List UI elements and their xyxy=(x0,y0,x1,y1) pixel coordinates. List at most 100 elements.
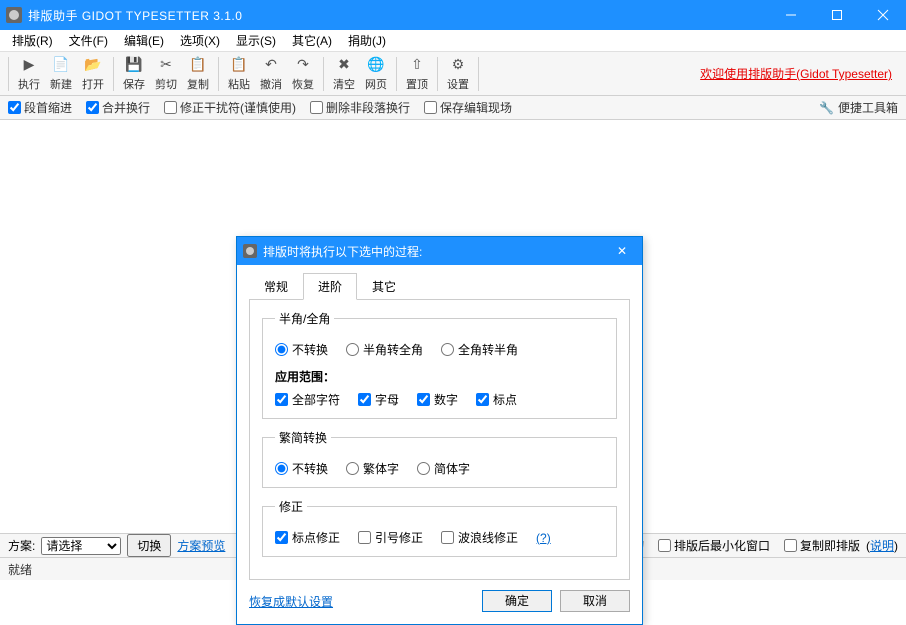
check-标点修正[interactable]: 标点修正 xyxy=(275,529,340,546)
welcome-link[interactable]: 欢迎使用排版助手(Gidot Typesetter) xyxy=(700,65,892,82)
restore-defaults-link[interactable]: 恢复成默认设置 xyxy=(249,593,333,610)
toolbar-执行-button[interactable]: ▶执行 xyxy=(13,54,45,94)
radio-不转换[interactable]: 不转换 xyxy=(275,460,328,477)
option-段首缩进[interactable]: 段首缩进 xyxy=(8,99,72,116)
check-字母[interactable]: 字母 xyxy=(358,391,399,408)
scheme-select[interactable]: 请选择 xyxy=(41,537,121,555)
close-button[interactable] xyxy=(860,0,906,30)
radio-简体字[interactable]: 简体字 xyxy=(417,460,470,477)
tab-进阶[interactable]: 进阶 xyxy=(303,273,357,300)
wrench-icon: 🔧 xyxy=(819,101,834,115)
radio-input[interactable] xyxy=(275,462,288,475)
radio-不转换[interactable]: 不转换 xyxy=(275,341,328,358)
group-legend: 半角/全角 xyxy=(275,310,334,327)
menu-item[interactable]: 排版(R) xyxy=(4,29,61,52)
window-title: 排版助手 GIDOT TYPESETTER 3.1.0 xyxy=(28,7,768,24)
maximize-button[interactable] xyxy=(814,0,860,30)
toolbar-设置-button[interactable]: ⚙设置 xyxy=(442,54,474,94)
bottom-check-复制即排版[interactable]: 复制即排版 xyxy=(784,537,860,554)
toolbar-剪切-button[interactable]: ✂剪切 xyxy=(150,54,182,94)
checkbox-input[interactable] xyxy=(275,393,288,406)
toolbar-保存-button[interactable]: 💾保存 xyxy=(118,54,150,94)
ok-button[interactable]: 确定 xyxy=(482,590,552,612)
explain-link[interactable]: 说明 xyxy=(870,539,894,553)
radio-半角转全角[interactable]: 半角转全角 xyxy=(346,341,423,358)
checkbox[interactable] xyxy=(8,101,21,114)
dialog-body: 常规进阶其它 半角/全角 不转换 半角转全角 全角转半角 应用范围： 全部字符 … xyxy=(237,265,642,624)
radio-全角转半角[interactable]: 全角转半角 xyxy=(441,341,518,358)
radio-input[interactable] xyxy=(346,343,359,356)
checkbox[interactable] xyxy=(86,101,99,114)
window-titlebar: 排版助手 GIDOT TYPESETTER 3.1.0 xyxy=(0,0,906,30)
dialog-close-button[interactable]: ✕ xyxy=(602,244,642,258)
新建-icon: 📄 xyxy=(52,56,70,74)
网页-icon: 🌐 xyxy=(367,56,385,74)
check-数字[interactable]: 数字 xyxy=(417,391,458,408)
menu-item[interactable]: 文件(F) xyxy=(61,29,116,52)
status-text: 就绪 xyxy=(8,561,32,578)
清空-icon: ✖ xyxy=(335,56,353,74)
radio-繁体字[interactable]: 繁体字 xyxy=(346,460,399,477)
checkbox[interactable] xyxy=(784,539,797,552)
window-buttons xyxy=(768,0,906,30)
bottom-check-排版后最小化窗口[interactable]: 排版后最小化窗口 xyxy=(658,537,770,554)
help-link[interactable]: (?) xyxy=(536,531,551,545)
main-editor-area[interactable]: 排版时将执行以下选中的过程: ✕ 常规进阶其它 半角/全角 不转换 半角转全角 … xyxy=(0,120,906,534)
toolbar-新建-button[interactable]: 📄新建 xyxy=(45,54,77,94)
toolbar-复制-button[interactable]: 📋复制 xyxy=(182,54,214,94)
cancel-button[interactable]: 取消 xyxy=(560,590,630,612)
app-icon xyxy=(6,7,22,23)
dialog-title: 排版时将执行以下选中的过程: xyxy=(263,243,602,260)
剪切-icon: ✂ xyxy=(157,56,175,74)
checkbox-input[interactable] xyxy=(476,393,489,406)
menu-item[interactable]: 捐助(J) xyxy=(340,29,394,52)
dialog-titlebar: 排版时将执行以下选中的过程: ✕ xyxy=(237,237,642,265)
toolbar-网页-button[interactable]: 🌐网页 xyxy=(360,54,392,94)
option-保存编辑现场[interactable]: 保存编辑现场 xyxy=(424,99,512,116)
checkbox-input[interactable] xyxy=(358,393,371,406)
toolbox-button[interactable]: 🔧 便捷工具箱 xyxy=(819,99,898,116)
toolbar-打开-button[interactable]: 📂打开 xyxy=(77,54,109,94)
置顶-icon: ⇧ xyxy=(408,56,426,74)
scheme-preview-link[interactable]: 方案预览 xyxy=(177,537,225,554)
menu-item[interactable]: 其它(A) xyxy=(284,29,340,52)
radio-input[interactable] xyxy=(275,343,288,356)
option-删除非段落换行[interactable]: 删除非段落换行 xyxy=(310,99,410,116)
dialog-tabs: 常规进阶其它 xyxy=(249,273,630,300)
check-全部字符[interactable]: 全部字符 xyxy=(275,391,340,408)
toolbar-清空-button[interactable]: ✖清空 xyxy=(328,54,360,94)
toolbar-恢复-button[interactable]: ↷恢复 xyxy=(287,54,319,94)
group-legend: 修正 xyxy=(275,498,307,515)
switch-button[interactable]: 切换 xyxy=(127,534,171,557)
radio-input[interactable] xyxy=(441,343,454,356)
check-标点[interactable]: 标点 xyxy=(476,391,517,408)
checkbox-input[interactable] xyxy=(441,531,454,544)
menu-item[interactable]: 选项(X) xyxy=(172,29,228,52)
radio-input[interactable] xyxy=(346,462,359,475)
group-halfwidth-fullwidth: 半角/全角 不转换 半角转全角 全角转半角 应用范围： 全部字符 字母 数字 标… xyxy=(262,310,617,419)
tab-常规[interactable]: 常规 xyxy=(249,273,303,300)
check-row: 标点修正 引号修正 波浪线修正 (?) xyxy=(275,529,604,546)
toolbar-置顶-button[interactable]: ⇧置顶 xyxy=(401,54,433,94)
设置-icon: ⚙ xyxy=(449,56,467,74)
toolbar-撤消-button[interactable]: ↶撤消 xyxy=(255,54,287,94)
checkbox[interactable] xyxy=(424,101,437,114)
checkbox[interactable] xyxy=(658,539,671,552)
check-引号修正[interactable]: 引号修正 xyxy=(358,529,423,546)
menu-item[interactable]: 编辑(E) xyxy=(116,29,172,52)
checkbox-input[interactable] xyxy=(275,531,288,544)
minimize-button[interactable] xyxy=(768,0,814,30)
radio-input[interactable] xyxy=(417,462,430,475)
scheme-label: 方案: xyxy=(8,537,35,554)
checkbox[interactable] xyxy=(310,101,323,114)
checkbox-input[interactable] xyxy=(417,393,430,406)
toolbar-粘贴-button[interactable]: 📋粘贴 xyxy=(223,54,255,94)
checkbox-input[interactable] xyxy=(358,531,371,544)
check-波浪线修正[interactable]: 波浪线修正 xyxy=(441,529,518,546)
checkbox[interactable] xyxy=(164,101,177,114)
恢复-icon: ↷ xyxy=(294,56,312,74)
option-合并换行[interactable]: 合并换行 xyxy=(86,99,150,116)
option-修正干扰符(谨慎使用)[interactable]: 修正干扰符(谨慎使用) xyxy=(164,99,296,116)
tab-其它[interactable]: 其它 xyxy=(357,273,411,300)
menu-item[interactable]: 显示(S) xyxy=(228,29,284,52)
